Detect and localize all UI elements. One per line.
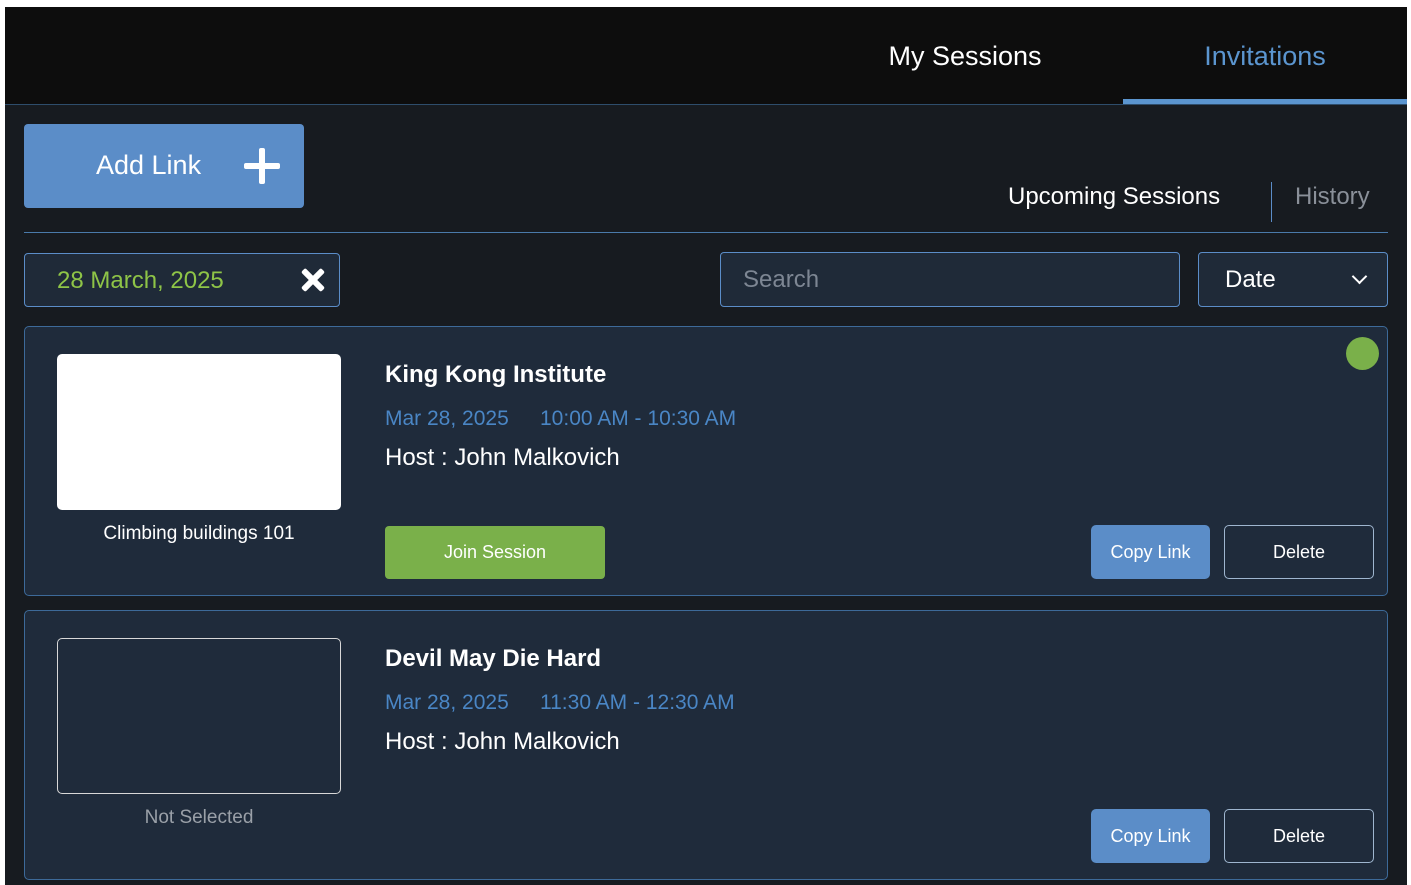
tab-invitations[interactable]: Invitations: [1123, 7, 1407, 105]
delete-button[interactable]: Delete: [1224, 525, 1374, 579]
delete-button[interactable]: Delete: [1224, 809, 1374, 863]
section-divider: [24, 232, 1388, 233]
session-thumbnail: [57, 354, 341, 510]
session-time: 11:30 AM - 12:30 AM: [540, 691, 735, 714]
top-navigation: My Sessions Invitations: [5, 7, 1407, 105]
join-session-button[interactable]: Join Session: [385, 526, 605, 579]
subtab-divider: [1271, 182, 1272, 222]
live-status-indicator: [1346, 337, 1379, 370]
subtab-upcoming-sessions[interactable]: Upcoming Sessions: [1008, 183, 1220, 211]
sort-select-value: Date: [1225, 266, 1276, 293]
date-filter-value: 28 March, 2025: [57, 267, 224, 294]
add-link-label: Add Link: [96, 150, 202, 180]
copy-link-button[interactable]: Copy Link: [1091, 525, 1210, 579]
subtab-history[interactable]: History: [1295, 183, 1370, 211]
session-title: Devil May Die Hard: [385, 645, 602, 672]
active-tab-indicator: [1123, 99, 1407, 104]
copy-link-button[interactable]: Copy Link: [1091, 809, 1210, 863]
invitations-app: My Sessions Invitations Add Link Upcomin…: [5, 7, 1407, 885]
plus-icon: [244, 148, 280, 184]
chevron-down-icon: [1351, 268, 1368, 285]
session-host: Host : John Malkovich: [385, 728, 620, 755]
search-input[interactable]: [720, 252, 1180, 307]
sort-select[interactable]: Date: [1198, 252, 1388, 307]
date-filter-chip: 28 March, 2025: [24, 253, 340, 307]
session-card: Climbing buildings 101 King Kong Institu…: [24, 326, 1388, 596]
thumbnail-caption: Climbing buildings 101: [103, 523, 295, 544]
session-title: King Kong Institute: [385, 361, 607, 388]
close-icon[interactable]: [301, 268, 325, 292]
session-card: Not Selected Devil May Die Hard Mar 28, …: [24, 610, 1388, 880]
session-date: Mar 28, 2025: [385, 691, 509, 714]
session-host: Host : John Malkovich: [385, 444, 620, 471]
session-date: Mar 28, 2025: [385, 407, 509, 430]
add-link-button[interactable]: Add Link: [24, 124, 304, 208]
tab-my-sessions[interactable]: My Sessions: [865, 7, 1065, 105]
thumbnail-caption: Not Selected: [144, 807, 254, 828]
session-time: 10:00 AM - 10:30 AM: [540, 407, 737, 430]
session-thumbnail-empty: [57, 638, 341, 794]
